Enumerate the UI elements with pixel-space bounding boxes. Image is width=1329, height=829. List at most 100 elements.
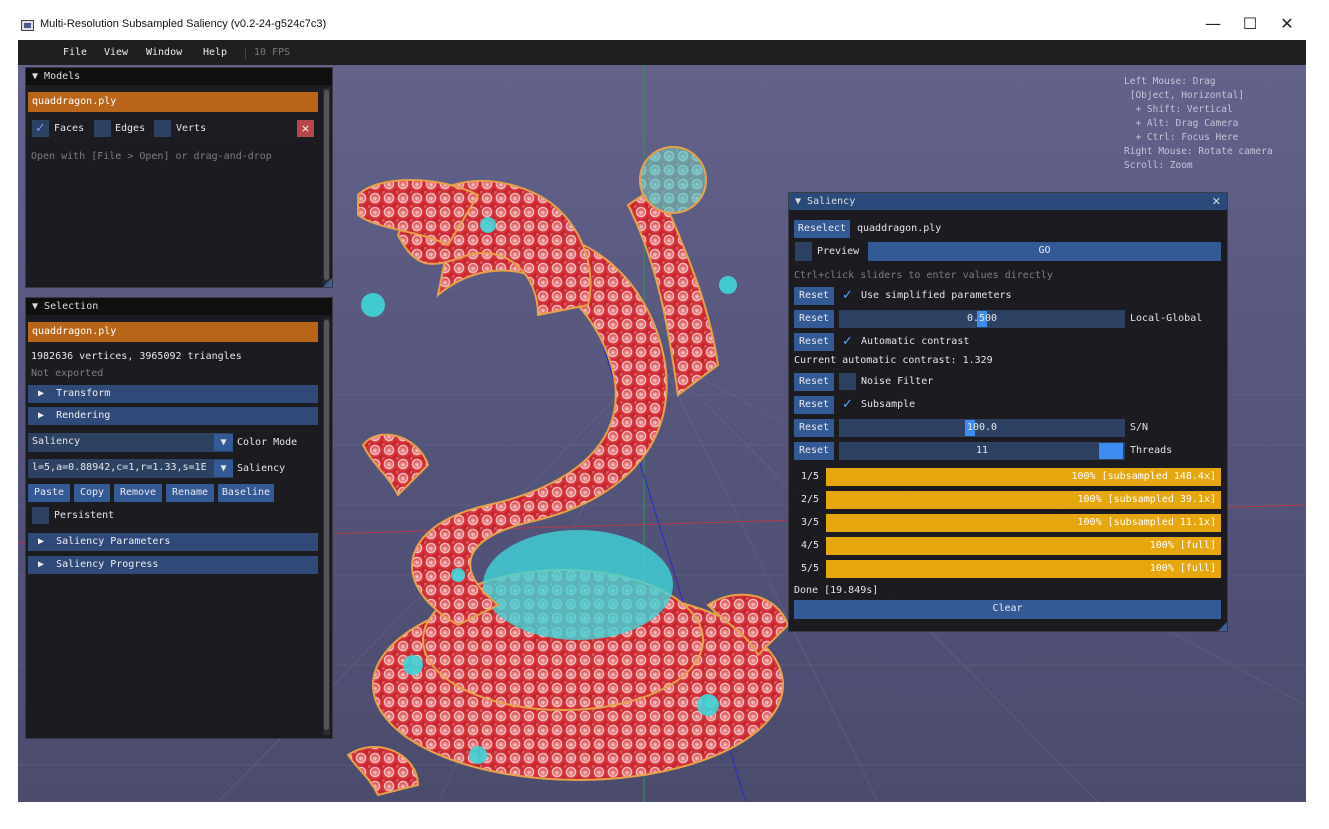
saliency-parameters-header[interactable]: ▶ Saliency Parameters: [28, 533, 318, 551]
app-icon: [21, 20, 34, 31]
reset-sn-button[interactable]: Reset: [794, 419, 834, 437]
saliency-parameters-label: Saliency Parameters: [56, 536, 171, 547]
saliency-model-name: quaddragon.ply: [857, 223, 942, 234]
subsample-checkbox[interactable]: ✓: [839, 396, 856, 413]
collapse-arrow-icon: ▼: [32, 301, 45, 312]
current-contrast-text: Current automatic contrast: 1.329: [794, 355, 993, 366]
selection-panel-title[interactable]: ▼ Selection: [26, 298, 332, 315]
model-list-item[interactable]: quaddragon.ply: [28, 92, 318, 112]
reselect-button[interactable]: Reselect: [794, 220, 850, 238]
clear-button[interactable]: Clear: [794, 600, 1221, 619]
progress-bar: 100% [full]: [826, 560, 1221, 578]
noise-filter-checkbox[interactable]: [839, 373, 856, 390]
go-button[interactable]: GO: [868, 242, 1221, 261]
noise-filter-label: Noise Filter: [861, 376, 934, 387]
copy-button[interactable]: Copy: [74, 484, 110, 502]
use-simplified-checkbox[interactable]: ✓: [839, 287, 856, 304]
models-panel-title[interactable]: ▼ Models: [26, 68, 332, 85]
verts-checkbox[interactable]: [154, 120, 171, 137]
selection-scrollbar[interactable]: [323, 318, 330, 735]
remove-button[interactable]: Remove: [114, 484, 162, 502]
rendering-header[interactable]: ▶ Rendering: [28, 407, 318, 425]
export-status: Not exported: [31, 368, 104, 379]
edges-label: Edges: [115, 123, 146, 134]
faces-checkbox[interactable]: ✓: [32, 120, 49, 137]
paste-button[interactable]: Paste: [28, 484, 70, 502]
collapse-arrow-icon: ▼: [32, 71, 45, 82]
saliency-progress-header[interactable]: ▶ Saliency Progress: [28, 556, 318, 574]
auto-contrast-label: Automatic contrast: [861, 336, 970, 347]
selection-title-label: Selection: [44, 301, 99, 312]
close-window-button[interactable]: ✕: [1272, 14, 1302, 36]
expand-arrow-icon: ▶: [38, 410, 57, 421]
color-mode-value: Saliency: [32, 436, 81, 447]
window-title: Multi-Resolution Subsampled Saliency (v0…: [40, 18, 327, 30]
expand-arrow-icon: ▶: [38, 536, 57, 547]
rename-button[interactable]: Rename: [166, 484, 214, 502]
threads-value: 11: [975, 445, 989, 456]
level-label: 2/5: [801, 494, 820, 505]
menu-bar: File View Window Help 10 FPS: [18, 40, 1306, 65]
local-global-slider[interactable]: 0.500: [839, 310, 1125, 328]
use-simplified-label: Use simplified parameters: [861, 290, 1012, 301]
selection-panel: ▼ Selection quaddragon.ply 1982636 verti…: [25, 297, 333, 739]
reset-local-global-button[interactable]: Reset: [794, 310, 834, 328]
reset-subsample-button[interactable]: Reset: [794, 396, 834, 414]
level-label: 5/5: [801, 563, 820, 574]
resize-grip[interactable]: [323, 278, 332, 287]
progress-bar: 100% [full]: [826, 537, 1221, 555]
sn-value: 100.0: [966, 422, 998, 433]
reset-noise-button[interactable]: Reset: [794, 373, 834, 391]
fps-counter: 10 FPS: [245, 47, 290, 59]
done-status: Done [19.849s]: [794, 585, 879, 596]
minimize-button[interactable]: —: [1198, 14, 1228, 36]
persistent-checkbox[interactable]: [32, 507, 49, 524]
saliency-panel: ▼ Saliency ✕ Reselect quaddragon.ply Pre…: [788, 192, 1228, 632]
menu-file[interactable]: File: [63, 47, 87, 58]
color-mode-dropdown[interactable]: Saliency ▼: [28, 433, 233, 452]
selected-model[interactable]: quaddragon.ply: [28, 322, 318, 342]
saliency-title-label: Saliency: [807, 196, 856, 207]
open-hint: Open with [File > Open] or drag-and-drop: [31, 151, 272, 162]
resize-grip[interactable]: [1218, 622, 1227, 631]
sn-slider[interactable]: 100.0: [839, 419, 1125, 437]
expand-arrow-icon: ▶: [38, 559, 57, 570]
reset-contrast-button[interactable]: Reset: [794, 333, 834, 351]
sn-label: S/N: [1130, 422, 1149, 433]
color-mode-label: Color Mode: [237, 437, 298, 448]
dragon-model: [346, 146, 790, 797]
expand-arrow-icon: ▶: [38, 388, 57, 399]
verts-label: Verts: [176, 123, 207, 134]
baseline-button[interactable]: Baseline: [218, 484, 274, 502]
saliency-label: Saliency: [237, 463, 286, 474]
level-label: 3/5: [801, 517, 820, 528]
models-scrollbar[interactable]: [323, 88, 330, 284]
progress-bar: 100% [subsampled 11.1x]: [826, 514, 1221, 532]
saliency-dropdown[interactable]: l=5,a=0.88942,c=1,r=1.33,s=1E ▼: [28, 459, 233, 478]
reset-threads-button[interactable]: Reset: [794, 442, 834, 460]
saliency-progress-label: Saliency Progress: [56, 559, 159, 570]
local-global-value: 0.500: [966, 313, 998, 324]
threads-label: Threads: [1130, 445, 1173, 456]
menu-help[interactable]: Help: [203, 47, 227, 58]
mesh-stats: 1982636 vertices, 3965092 triangles: [31, 351, 242, 362]
level-label: 1/5: [801, 471, 820, 482]
level-label: 4/5: [801, 540, 820, 551]
saliency-panel-title[interactable]: ▼ Saliency ✕: [789, 193, 1227, 210]
preview-label: Preview: [817, 246, 860, 257]
preview-checkbox[interactable]: [795, 242, 812, 261]
remove-model-button[interactable]: ×: [297, 120, 314, 137]
window-title-bar: Multi-Resolution Subsampled Saliency (v0…: [0, 0, 1329, 40]
edges-checkbox[interactable]: [94, 120, 111, 137]
maximize-button[interactable]: ☐: [1235, 14, 1265, 36]
threads-slider[interactable]: 11: [839, 442, 1125, 460]
menu-window[interactable]: Window: [146, 47, 182, 58]
menu-view[interactable]: View: [104, 47, 128, 58]
auto-contrast-checkbox[interactable]: ✓: [839, 333, 856, 350]
close-panel-button[interactable]: ✕: [1212, 193, 1221, 210]
transform-header[interactable]: ▶ Transform: [28, 385, 318, 403]
models-title-label: Models: [44, 71, 81, 82]
reset-simplified-button[interactable]: Reset: [794, 287, 834, 305]
dropdown-arrow-icon: ▼: [214, 460, 233, 477]
controls-help-text: Left Mouse: Drag [Object, Horizontal] + …: [1124, 76, 1273, 171]
